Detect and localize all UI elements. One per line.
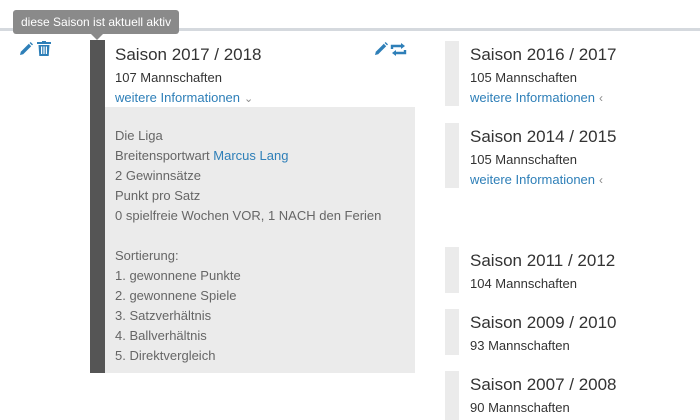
season-more-link[interactable]: weitere Informationen ‹: [470, 90, 603, 105]
season-title: Saison 2007 / 2008: [470, 375, 617, 394]
active-season-details: Die Liga Breitensportwart Marcus Lang 2 …: [105, 107, 415, 373]
details-free-weeks: 0 spielfreie Wochen VOR, 1 NACH den Feri…: [115, 208, 382, 223]
sorting-item: 4. Ballverhältnis: [115, 328, 207, 343]
trash-icon[interactable]: [37, 41, 51, 56]
season-bar: [445, 247, 459, 293]
sorting-item: 3. Satzverhältnis: [115, 308, 212, 323]
sport-officer-label: Breitensportwart: [115, 148, 210, 163]
active-season-more-link[interactable]: weitere Informationen ⌄: [115, 90, 253, 105]
details-points: Punkt pro Satz: [115, 188, 201, 203]
chevron-left-icon: ‹: [599, 173, 604, 187]
pencil-icon[interactable]: [19, 42, 33, 56]
details-sorting-title: Sortierung:: [115, 248, 179, 263]
sorting-item: 2. gewonnene Spiele: [115, 288, 237, 303]
active-season-teams: 107 Mannschaften: [115, 70, 222, 85]
season-bar: [445, 123, 459, 188]
chevron-left-icon: ‹: [599, 91, 604, 105]
season-title: Saison 2016 / 2017: [470, 45, 617, 64]
season-bar: [445, 41, 459, 106]
active-season-tooltip: diese Saison ist aktuell aktiv: [13, 10, 180, 34]
details-league: Die Liga: [115, 128, 163, 143]
season-title: Saison 2014 / 2015: [470, 127, 617, 146]
sport-officer-link[interactable]: Marcus Lang: [213, 148, 288, 163]
season-teams: 90 Mannschaften: [470, 400, 570, 415]
season-title: Saison 2011 / 2012: [470, 251, 616, 270]
pencil-icon-active[interactable]: [374, 42, 388, 56]
season-teams: 93 Mannschaften: [470, 338, 570, 353]
season-bar: [445, 371, 459, 420]
season-teams: 104 Mannschaften: [470, 276, 577, 291]
sorting-item: 5. Direktvergleich: [115, 348, 216, 363]
season-bar: [445, 309, 459, 355]
repeat-icon[interactable]: [390, 43, 407, 56]
sorting-item: 1. gewonnene Punkte: [115, 268, 241, 283]
season-title: Saison 2009 / 2010: [470, 313, 617, 332]
more-info-label[interactable]: weitere Informationen: [470, 172, 595, 187]
active-season-title: Saison 2017 / 2018: [115, 45, 262, 64]
more-info-label[interactable]: weitere Informationen: [470, 90, 595, 105]
chevron-down-icon: ⌄: [244, 93, 254, 105]
season-more-link[interactable]: weitere Informationen ‹: [470, 172, 603, 187]
details-spacer: [115, 226, 415, 246]
more-info-label[interactable]: weitere Informationen: [115, 90, 240, 105]
season-teams: 105 Mannschaften: [470, 152, 577, 167]
details-wins: 2 Gewinnsätze: [115, 168, 201, 183]
details-sport-officer: Breitensportwart Marcus Lang: [115, 146, 415, 166]
active-season-bar: [90, 40, 105, 373]
season-teams: 105 Mannschaften: [470, 70, 577, 85]
